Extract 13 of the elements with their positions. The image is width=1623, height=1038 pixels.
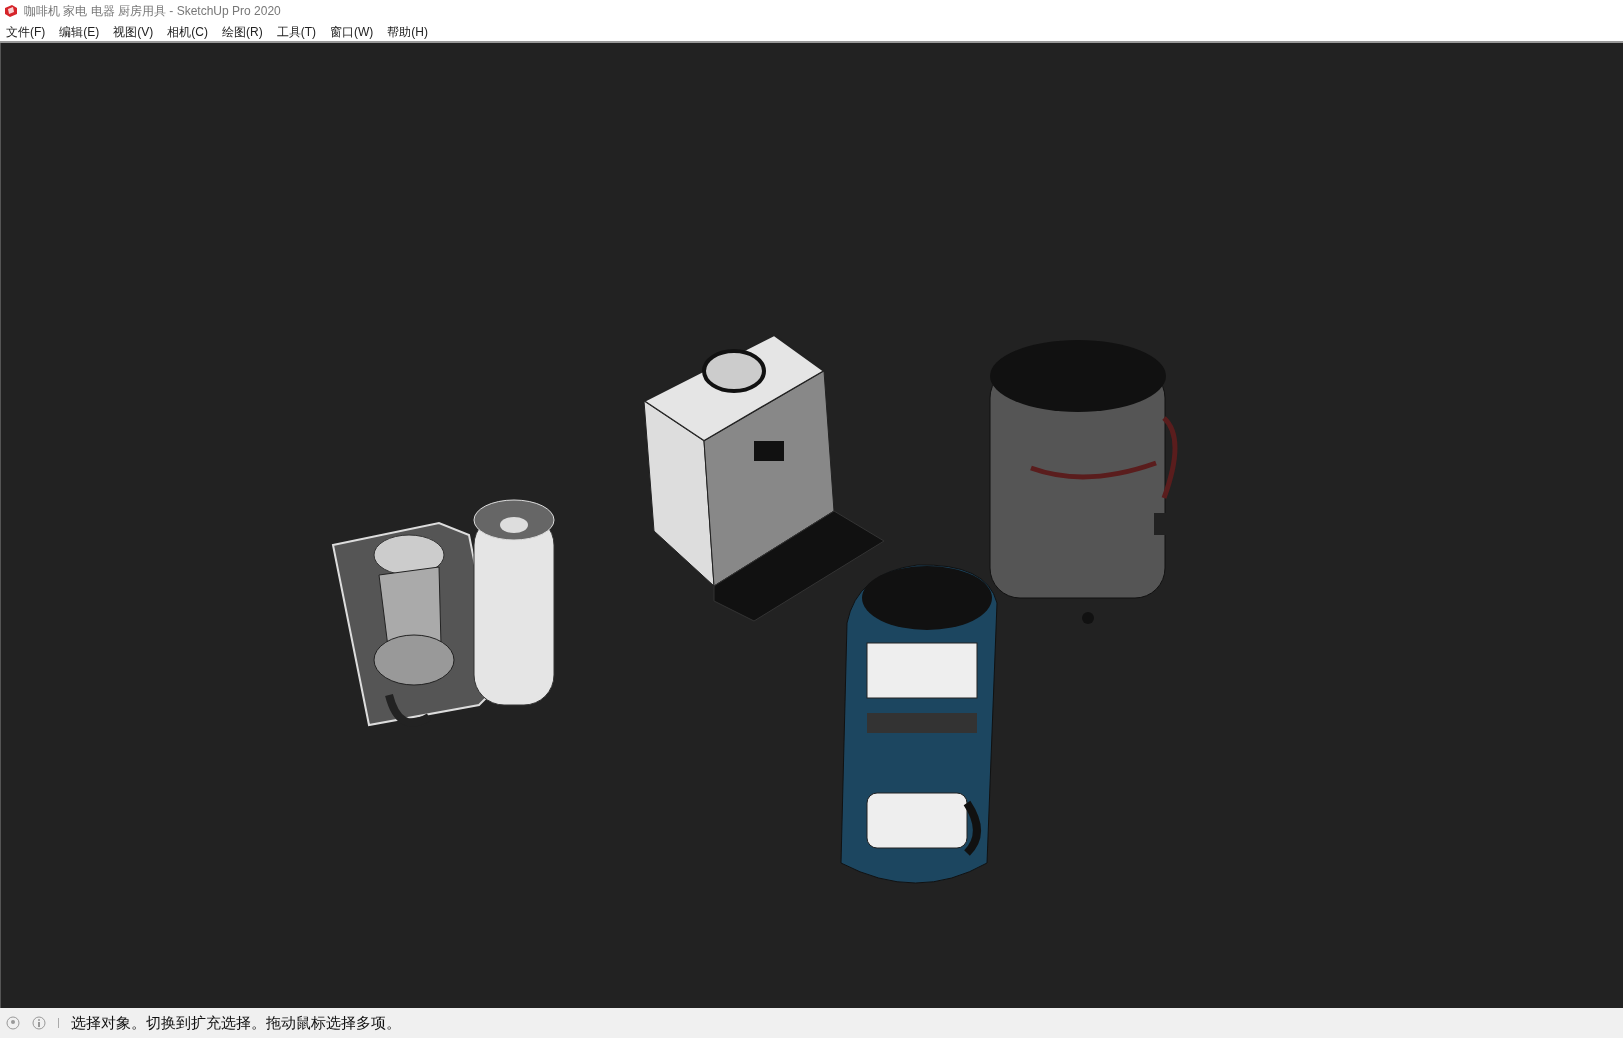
menu-item[interactable]: 窗口(W) <box>330 25 374 38</box>
status-message: 选择对象。切换到扩充选择。拖动鼠标选择多项。 <box>71 1012 401 1033</box>
credits-info-icon <box>32 1016 46 1030</box>
menu-item[interactable]: 视图(V) <box>113 25 154 38</box>
menu-item[interactable]: 编辑(E) <box>59 25 100 38</box>
menu-item[interactable]: 帮助(H) <box>387 25 428 38</box>
menu-item[interactable]: 工具(T) <box>276 25 316 38</box>
window-title: 咖啡机 家电 电器 厨房用具 - SketchUp Pro 2020 <box>24 3 281 20</box>
menu-item[interactable]: 文件(F) <box>6 25 46 38</box>
menu-item[interactable]: 相机(C) <box>167 25 208 38</box>
geo-location-icon <box>6 1016 20 1030</box>
menu-item[interactable]: 绘图(R) <box>222 25 263 38</box>
app-logo-icon <box>4 4 18 18</box>
